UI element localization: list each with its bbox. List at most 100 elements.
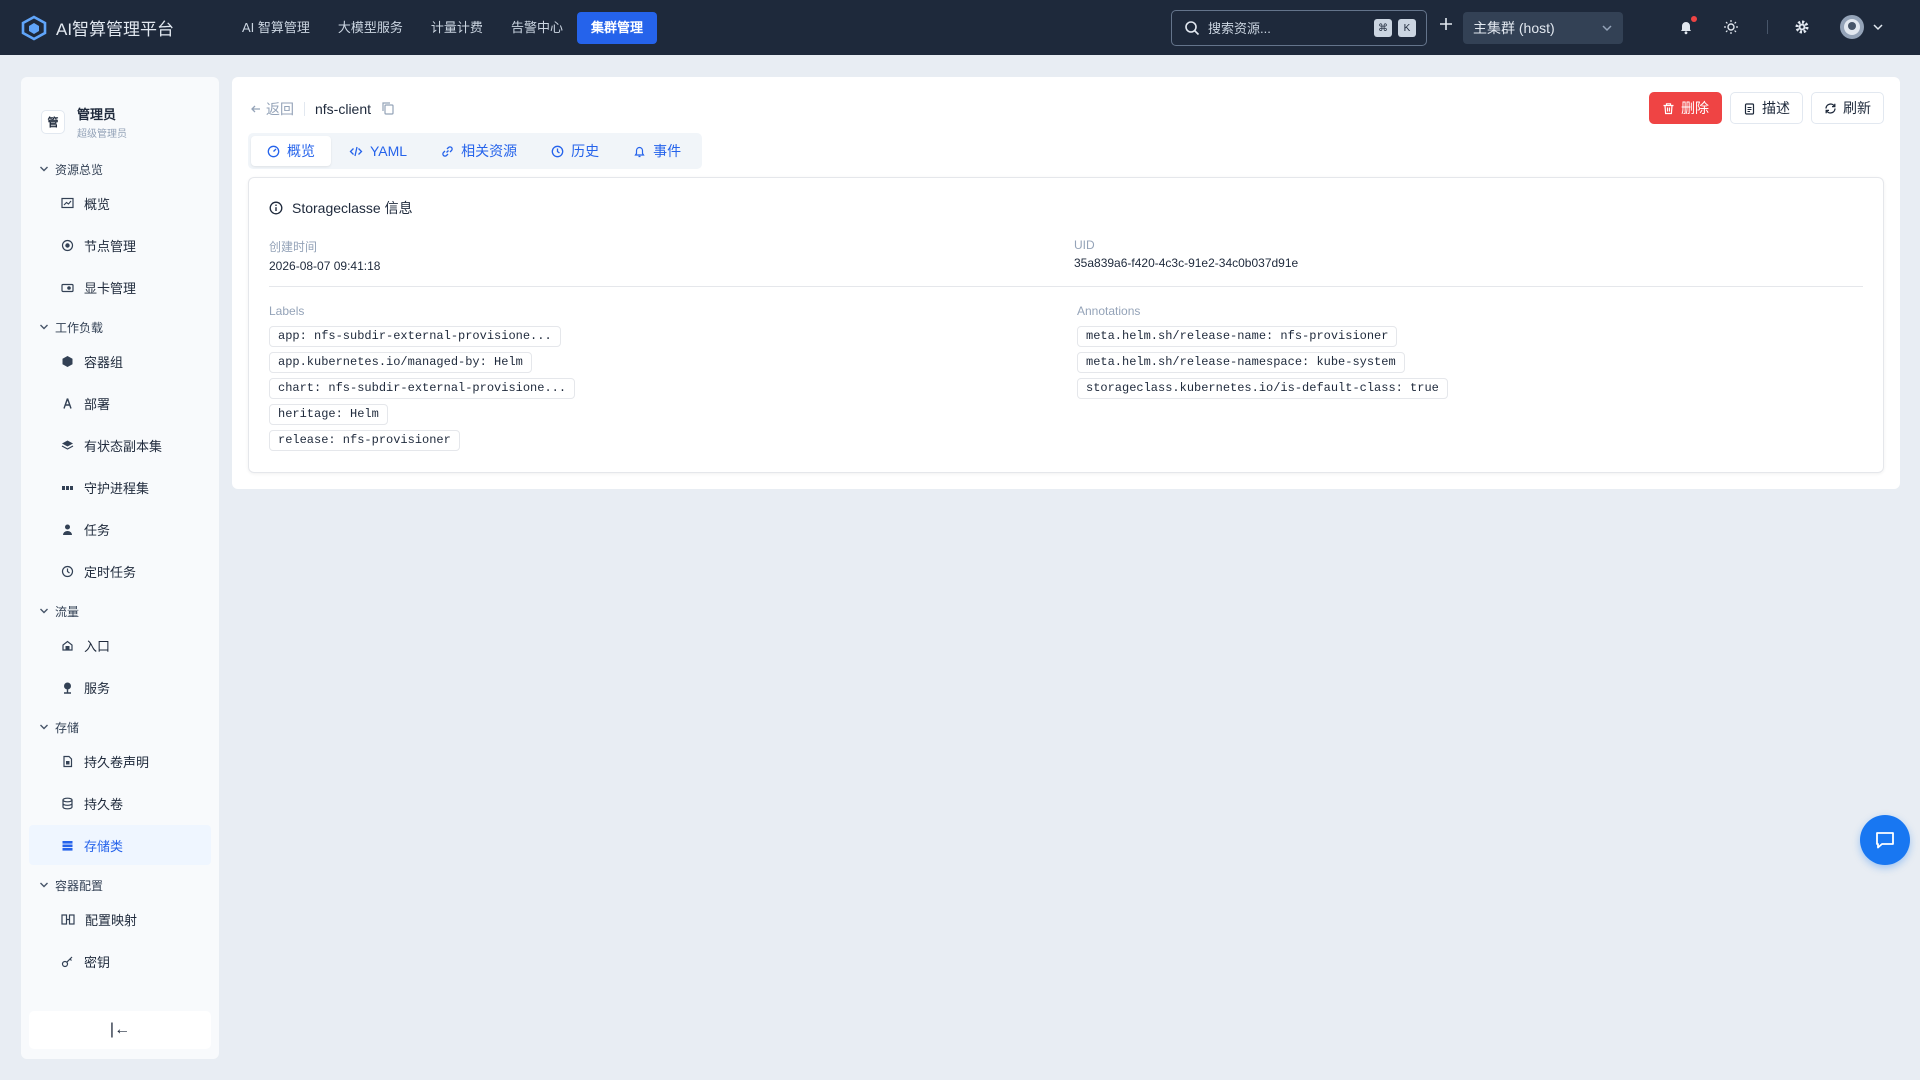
sidebar-item-label: 配置映射	[85, 912, 138, 928]
sidebar-collapse-button[interactable]: |←	[29, 1011, 211, 1049]
chat-icon	[1876, 832, 1894, 849]
label-tag: heritage: Helm	[269, 404, 388, 425]
label-tag: release: nfs-provisioner	[269, 430, 460, 451]
node-icon	[61, 239, 74, 251]
refresh-label: 刷新	[1843, 100, 1871, 116]
copy-name-button[interactable]	[381, 101, 395, 118]
describe-button[interactable]: 描述	[1730, 92, 1803, 124]
sun-icon	[1724, 20, 1738, 34]
nav-ai-compute[interactable]: AI 智算管理	[228, 12, 324, 44]
sidebar-item-label: 定时任务	[84, 564, 137, 580]
user-role: 超级管理员	[77, 129, 127, 140]
detail-tabs: 概览 YAML 相关资源 历史 事件	[248, 133, 703, 169]
back-link[interactable]: 返回	[250, 99, 294, 119]
sidebar-item-cronjobs[interactable]: 定时任务	[29, 551, 211, 591]
sidebar-item-label: 任务	[84, 522, 111, 538]
tab-label: 相关资源	[461, 143, 518, 159]
sidebar-section-config[interactable]: 容器配置	[21, 873, 219, 897]
ingress-icon	[62, 640, 73, 651]
sidebar-item-configmaps[interactable]: 配置映射	[29, 899, 211, 939]
notifications-button[interactable]	[1675, 16, 1697, 38]
tab-label: 事件	[653, 143, 682, 159]
sidebar-item-ingress[interactable]: 入口	[29, 625, 211, 665]
sidebar-item-label: 部署	[84, 396, 111, 412]
chevron-down-icon	[40, 882, 48, 888]
cluster-select[interactable]: 主集群 (host)	[1463, 12, 1623, 44]
delete-button[interactable]: 删除	[1649, 92, 1722, 124]
annotation-tag: meta.helm.sh/release-name: nfs-provision…	[1077, 326, 1398, 347]
label-tag: app.kubernetes.io/managed-by: Helm	[269, 352, 532, 373]
brand[interactable]: AI智算管理平台	[20, 14, 210, 42]
sidebar-item-services[interactable]: 服务	[29, 667, 211, 707]
sidebar-item-label: 概览	[84, 196, 111, 212]
sidebar-item-label: 服务	[84, 680, 111, 696]
shortcut-mod-key: ⌘	[1374, 19, 1392, 37]
link-icon	[442, 145, 453, 157]
nav-llm-service[interactable]: 大模型服务	[324, 12, 417, 44]
settings-button[interactable]	[1791, 16, 1813, 38]
job-icon	[63, 524, 72, 535]
tab-label: 历史	[571, 143, 600, 159]
nav-cluster-management[interactable]: 集群管理	[576, 11, 657, 44]
action-bar: 删除 描述 刷新	[1641, 92, 1884, 124]
sidebar-section-label: 容器配置	[55, 878, 104, 893]
arrow-left-icon	[251, 105, 260, 113]
sidebar-section-overview[interactable]: 资源总览	[21, 157, 219, 181]
refresh-button[interactable]: 刷新	[1811, 92, 1884, 124]
sidebar-item-pods[interactable]: 容器组	[29, 341, 211, 381]
user-avatar-button[interactable]	[1840, 15, 1864, 39]
chevron-down-icon	[1602, 25, 1612, 32]
sidebar-item-label: 入口	[84, 638, 111, 654]
theme-toggle[interactable]	[1720, 16, 1742, 38]
sidebar-item-label: 密钥	[84, 954, 111, 970]
daemon-icon	[62, 485, 73, 490]
key-icon	[61, 956, 73, 967]
sidebar-item-statefulsets[interactable]: 有状态副本集	[29, 425, 211, 465]
user-avatar: 管	[41, 110, 65, 134]
layers-icon	[61, 440, 74, 450]
sidebar-item-pvc[interactable]: 持久卷声明	[29, 741, 211, 781]
pvc-icon	[63, 755, 73, 767]
sidebar-item-storageclasses[interactable]: 存储类	[29, 825, 211, 865]
sidebar-item-jobs[interactable]: 任务	[29, 509, 211, 549]
tab-related-resources[interactable]: 相关资源	[425, 136, 533, 166]
nav-alerts[interactable]: 告警中心	[497, 12, 577, 44]
sidebar-item-gpus[interactable]: 显卡管理	[29, 267, 211, 307]
search-input[interactable]	[1208, 20, 1368, 36]
sidebar-item-secrets[interactable]: 密钥	[29, 941, 211, 981]
uid-field: UID 35a839a6-f420-4c3c-91e2-34c0b037d91e	[1074, 238, 1298, 270]
sidebar-section-workloads[interactable]: 工作负载	[21, 315, 219, 339]
sidebar-section-traffic[interactable]: 流量	[21, 599, 219, 623]
add-button[interactable]	[1436, 16, 1456, 38]
tab-overview[interactable]: 概览	[251, 136, 331, 166]
chat-button[interactable]	[1860, 815, 1910, 865]
global-search[interactable]: ⌘ K	[1171, 10, 1427, 46]
sidebar-item-label: 有状态副本集	[84, 438, 163, 454]
user-menu-chevron[interactable]	[1872, 20, 1884, 36]
back-label: 返回	[266, 101, 294, 117]
annotation-tag: meta.helm.sh/release-namespace: kube-sys…	[1077, 352, 1405, 373]
trash-icon	[1663, 102, 1674, 114]
refresh-icon	[1825, 102, 1836, 114]
sidebar-item-deployments[interactable]: 部署	[29, 383, 211, 423]
describe-label: 描述	[1762, 100, 1790, 116]
collapse-icon: |←	[109, 1021, 131, 1038]
sidebar-section-storage[interactable]: 存储	[21, 715, 219, 739]
sidebar-item-overview[interactable]: 概览	[29, 183, 211, 223]
sidebar-section-label: 资源总览	[55, 162, 104, 177]
top-divider	[1767, 20, 1768, 34]
sidebar-item-nodes[interactable]: 节点管理	[29, 225, 211, 265]
tab-yaml[interactable]: YAML	[333, 136, 423, 166]
sidebar-section-label: 工作负载	[55, 320, 104, 335]
tab-history[interactable]: 历史	[535, 136, 615, 166]
sidebar-item-pv[interactable]: 持久卷	[29, 783, 211, 823]
service-icon	[64, 682, 71, 694]
nav-billing[interactable]: 计量计费	[417, 12, 497, 44]
gear-icon	[1795, 20, 1809, 34]
clock-icon	[61, 565, 74, 577]
delete-label: 删除	[1681, 100, 1709, 116]
tab-events[interactable]: 事件	[617, 136, 697, 166]
sidebar-item-daemonsets[interactable]: 守护进程集	[29, 467, 211, 507]
deploy-icon	[63, 397, 72, 409]
chevron-down-icon	[40, 166, 48, 172]
